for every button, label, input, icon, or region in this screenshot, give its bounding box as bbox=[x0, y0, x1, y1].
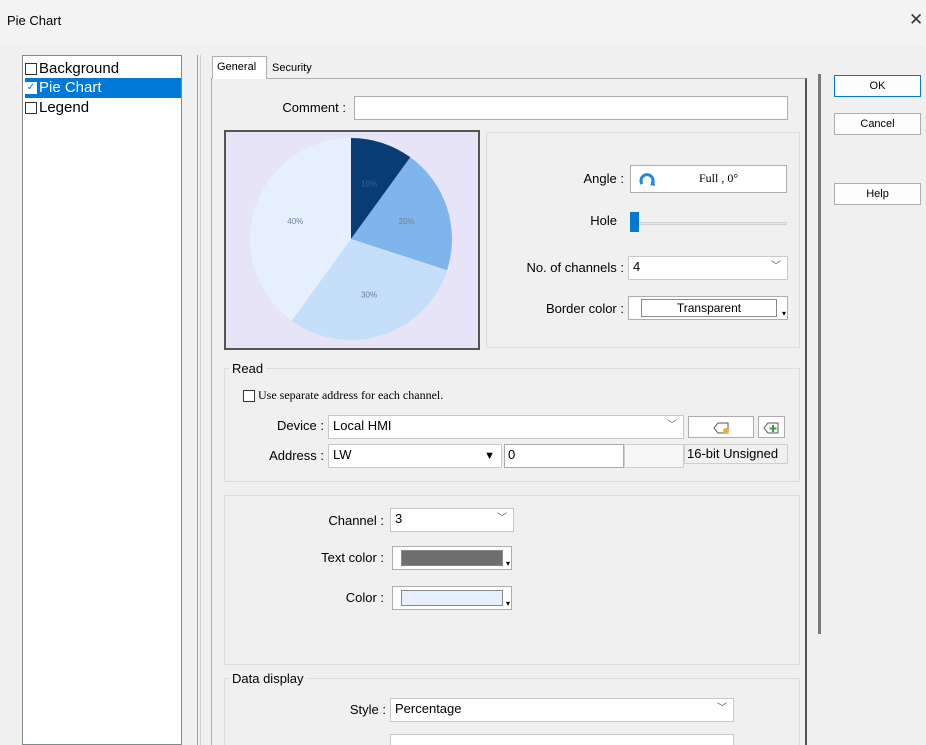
tab-security[interactable]: Security bbox=[268, 58, 320, 78]
text-color-button[interactable]: ▾ bbox=[392, 546, 512, 570]
close-icon[interactable]: ✕ bbox=[909, 10, 923, 30]
read-group-title: Read bbox=[229, 361, 267, 376]
tag-icon bbox=[713, 422, 729, 434]
dropdown-arrow-icon: ▾ bbox=[781, 309, 786, 318]
data-display-title: Data display bbox=[229, 671, 307, 686]
angle-label: Angle : bbox=[583, 171, 624, 186]
next-select-partial[interactable] bbox=[390, 734, 734, 745]
border-color-label: Border color : bbox=[545, 301, 624, 316]
border-color-button[interactable]: Transparent ▾ bbox=[628, 296, 788, 320]
dropdown-arrow-icon: ▾ bbox=[505, 599, 510, 608]
angle-value: Full , 0° bbox=[699, 171, 739, 185]
dropdown-arrow-icon: ▾ bbox=[505, 559, 510, 568]
address-index-box bbox=[624, 444, 684, 468]
address-type-value: LW bbox=[333, 447, 352, 462]
checkbox-background[interactable] bbox=[25, 63, 37, 75]
device-settings-button[interactable] bbox=[688, 416, 754, 438]
address-label: Address : bbox=[269, 448, 324, 463]
pie-slice-label: 30% bbox=[361, 291, 377, 300]
color-swatch bbox=[401, 590, 503, 606]
tree-item-label: Pie Chart bbox=[39, 79, 102, 96]
channels-select[interactable]: 4 ﹀ bbox=[628, 256, 788, 280]
chevron-down-icon: ﹀ bbox=[497, 513, 507, 524]
comment-label: Comment : bbox=[282, 100, 346, 115]
style-value: Percentage bbox=[395, 701, 462, 716]
ok-button[interactable]: OK bbox=[834, 75, 921, 97]
pie-slice-label: 10% bbox=[361, 179, 377, 188]
caret-down-icon: ▼ bbox=[484, 450, 495, 462]
add-tag-icon bbox=[763, 422, 779, 434]
address-input[interactable]: 0 bbox=[504, 444, 624, 468]
address-type-select[interactable]: LW ▼ bbox=[328, 444, 502, 468]
object-tree: Background ✓ Pie Chart Legend bbox=[22, 55, 182, 745]
chevron-down-icon: ﹀ bbox=[717, 703, 727, 714]
channels-label: No. of channels : bbox=[526, 260, 624, 275]
data-format-label: 16-bit Unsigned bbox=[684, 444, 788, 464]
channel-value: 3 bbox=[395, 511, 403, 526]
splitter bbox=[197, 55, 198, 745]
text-color-swatch bbox=[401, 550, 503, 566]
tree-item-background[interactable]: Background bbox=[25, 59, 181, 79]
checkbox-legend[interactable] bbox=[25, 102, 37, 114]
pie-slice-label: 40% bbox=[287, 217, 303, 226]
cancel-button[interactable]: Cancel bbox=[834, 113, 921, 135]
pie-slice-label: 20% bbox=[399, 217, 415, 226]
hole-label: Hole bbox=[590, 213, 617, 228]
separate-address-label: Use separate address for each channel. bbox=[258, 388, 444, 402]
pie-chart: 10% 20% 30% 40% bbox=[250, 138, 452, 340]
device-label: Device : bbox=[277, 418, 324, 433]
hole-slider-track[interactable] bbox=[632, 222, 787, 225]
tree-item-legend[interactable]: Legend bbox=[25, 98, 181, 118]
channel-label: Channel : bbox=[328, 513, 384, 528]
add-tag-button[interactable] bbox=[758, 416, 785, 438]
rotate-icon bbox=[639, 173, 655, 186]
splitter-shadow bbox=[200, 55, 201, 745]
style-label: Style : bbox=[349, 702, 386, 717]
window-title: Pie Chart bbox=[7, 13, 62, 28]
style-select[interactable]: Percentage ﹀ bbox=[390, 698, 734, 722]
tree-item-label: Legend bbox=[39, 99, 90, 116]
angle-button[interactable]: Full , 0° bbox=[630, 165, 787, 193]
color-label: Color : bbox=[345, 590, 384, 605]
tree-item-pie-chart[interactable]: ✓ Pie Chart bbox=[25, 78, 181, 98]
text-color-label: Text color : bbox=[321, 550, 384, 565]
tab-general[interactable]: General bbox=[212, 56, 267, 79]
chevron-down-icon: ﹀ bbox=[771, 261, 781, 272]
channel-select[interactable]: 3 ﹀ bbox=[390, 508, 514, 532]
checkbox-pie-chart[interactable]: ✓ bbox=[25, 82, 37, 94]
tree-item-label: Background bbox=[39, 60, 120, 77]
color-button[interactable]: ▾ bbox=[392, 586, 512, 610]
device-value: Local HMI bbox=[333, 418, 392, 433]
border-color-value: Transparent bbox=[641, 299, 777, 317]
comment-input[interactable] bbox=[354, 96, 788, 120]
separate-address-checkbox[interactable] bbox=[243, 390, 255, 402]
title-bar bbox=[0, 0, 926, 46]
hole-slider-thumb[interactable] bbox=[630, 212, 639, 232]
help-button[interactable]: Help bbox=[834, 183, 921, 205]
scroll-separator bbox=[818, 74, 821, 634]
chevron-down-icon: ﹀ bbox=[667, 420, 677, 431]
pie-preview: 10% 20% 30% 40% bbox=[224, 130, 480, 350]
channels-value: 4 bbox=[633, 259, 641, 274]
device-select[interactable]: Local HMI ﹀ bbox=[328, 415, 684, 439]
